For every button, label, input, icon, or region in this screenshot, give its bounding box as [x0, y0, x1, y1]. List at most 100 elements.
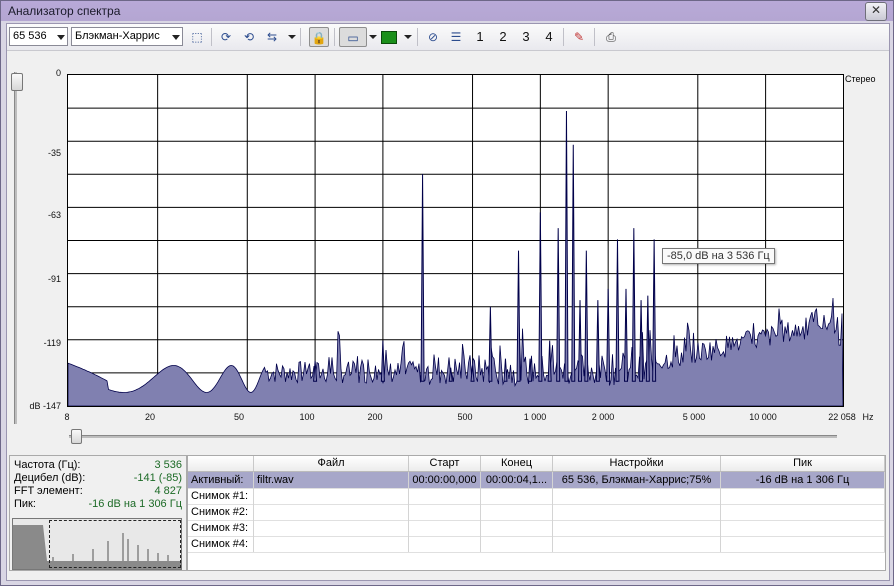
- snapshot-4-button[interactable]: 4: [539, 27, 559, 47]
- x-tick-label: 50: [233, 412, 245, 422]
- settings-cell: [553, 536, 721, 552]
- chevron-down-icon: [57, 35, 65, 40]
- chevron-down-icon: [172, 35, 180, 40]
- peak-label: Пик:: [14, 498, 36, 510]
- spectrum-plot[interactable]: [67, 74, 844, 407]
- table-row[interactable]: Снимок #3:: [188, 520, 885, 537]
- auto-refresh-icon: ⟲: [243, 30, 255, 44]
- peak-value: -16 dB на 1 306 Гц: [88, 498, 182, 510]
- cursor-select-icon: ⬚: [191, 30, 203, 44]
- column-header-settings[interactable]: Настройки: [553, 456, 721, 471]
- clear-button[interactable]: ⊘: [423, 27, 443, 47]
- spectrum-peak: [556, 228, 561, 382]
- frequency-row: Частота (Гц): 3 536: [14, 459, 182, 472]
- spectrum-peak: [584, 250, 589, 382]
- x-tick-label: 8: [64, 412, 70, 422]
- table-row[interactable]: Активный: filtr.wav 00:00:00,000 00:00:04,1…: [188, 472, 885, 489]
- row-label: Снимок #1:: [188, 488, 254, 504]
- column-header-start[interactable]: Старт: [409, 456, 481, 471]
- spectrum-peak: [564, 111, 569, 382]
- list-button[interactable]: ☰: [446, 27, 466, 47]
- chevron-down-icon[interactable]: [369, 35, 377, 39]
- frequency-slider-thumb[interactable]: [71, 429, 82, 444]
- spectrum-area: [68, 297, 843, 406]
- db-range-slider-track[interactable]: [14, 72, 17, 424]
- snapshot-2-button[interactable]: 2: [493, 27, 513, 47]
- title-bar[interactable]: Анализатор спектра ✕: [1, 1, 893, 21]
- table-row[interactable]: Снимок #2:: [188, 504, 885, 521]
- eraser-icon: ✎: [573, 30, 585, 44]
- area-view-icon: ▭: [347, 31, 359, 45]
- options-button[interactable]: ⇆: [262, 27, 282, 47]
- column-header-file[interactable]: Файл: [254, 456, 409, 471]
- window-title: Анализатор спектра: [8, 4, 121, 18]
- overview-thumbnail[interactable]: [12, 518, 182, 570]
- spectrum-peak: [313, 360, 318, 382]
- file-cell: [254, 520, 409, 536]
- green-palette-icon: [381, 31, 397, 45]
- start-cell: [409, 488, 481, 504]
- spectrum-peak: [516, 250, 521, 382]
- close-button[interactable]: ✕: [865, 2, 887, 21]
- decibel-value: -141 (-85): [133, 472, 182, 484]
- column-header-peak[interactable]: Пик: [721, 456, 885, 471]
- spectrum-peak: [645, 295, 650, 382]
- end-cell: 00:00:04,1...: [481, 472, 553, 488]
- spectrum-peak: [606, 288, 611, 382]
- x-tick-label: 22 058: [828, 412, 856, 422]
- file-cell: [254, 504, 409, 520]
- refresh-button[interactable]: ⟳: [216, 27, 236, 47]
- column-header-end[interactable]: Конец: [481, 456, 553, 471]
- peak-cell: [721, 504, 885, 520]
- snapshot-1-button[interactable]: 1: [470, 27, 490, 47]
- separator: [334, 28, 335, 46]
- spectrum-peak: [547, 340, 552, 382]
- client-area: 65 536 Блэкман-Харрис ⬚ ⟳ ⟲ ⇆ 🔒 ▭ ⊘ ☰ 1 …: [6, 23, 890, 581]
- y-tick-label: dB -147: [29, 401, 61, 411]
- x-tick-label: 2 000: [591, 412, 615, 422]
- auto-refresh-button[interactable]: ⟲: [239, 27, 259, 47]
- peak-cell: -16 dB на 1 306 Гц: [721, 472, 885, 488]
- chevron-down-icon[interactable]: [288, 35, 296, 39]
- file-cell: filtr.wav: [254, 472, 409, 488]
- info-panel: Частота (Гц): 3 536 Децибел (dB): -141 (-8…: [9, 455, 187, 571]
- spectrum-peak: [623, 288, 629, 382]
- erase-button[interactable]: ✎: [569, 27, 589, 47]
- snapshot-3-button[interactable]: 3: [516, 27, 536, 47]
- view-mode-button[interactable]: ▭: [339, 27, 367, 47]
- end-cell: [481, 504, 553, 520]
- select-cursor-button[interactable]: ⬚: [187, 27, 207, 47]
- table-row[interactable]: Снимок #1:: [188, 488, 885, 505]
- x-tick-label: 100: [299, 412, 315, 422]
- fft-size-select[interactable]: 65 536: [9, 27, 68, 46]
- decibel-label: Децибел (dB):: [14, 472, 86, 484]
- spectrum-peak: [571, 144, 576, 382]
- start-cell: [409, 520, 481, 536]
- file-cell: [254, 536, 409, 552]
- color-button[interactable]: [379, 27, 399, 47]
- toolbar: 65 536 Блэкман-Харрис ⬚ ⟳ ⟲ ⇆ 🔒 ▭ ⊘ ☰ 1 …: [7, 24, 889, 51]
- peak-row: Пик: -16 dB на 1 306 Гц: [14, 498, 182, 511]
- print-button[interactable]: ⎙: [601, 27, 621, 47]
- y-tick-label: -63: [47, 210, 61, 220]
- frequency-slider-track[interactable]: [69, 435, 837, 438]
- window-type-select[interactable]: Блэкман-Харрис: [71, 27, 183, 46]
- spectrum-peak: [578, 300, 583, 382]
- overview-viewport-frame[interactable]: [49, 520, 181, 568]
- table-header: Файл Старт Конец Настройки Пик: [188, 456, 885, 472]
- spectrum-analyzer-window: Анализатор спектра ✕ 65 536 Блэкман-Харр…: [0, 0, 894, 586]
- separator: [594, 28, 595, 46]
- frequency-value: 3 536: [154, 459, 182, 471]
- separator: [211, 28, 212, 46]
- x-tick-label: 200: [367, 412, 383, 422]
- spectrum-peak: [488, 306, 493, 382]
- column-header[interactable]: [188, 456, 254, 471]
- peak-cell: [721, 520, 885, 536]
- end-cell: [481, 536, 553, 552]
- lock-button[interactable]: 🔒: [309, 27, 329, 47]
- table-row[interactable]: Снимок #4:: [188, 536, 885, 553]
- end-cell: [481, 520, 553, 536]
- spectrum-svg: [68, 75, 843, 406]
- spectrum-peak: [639, 300, 644, 382]
- chevron-down-icon[interactable]: [404, 35, 412, 39]
